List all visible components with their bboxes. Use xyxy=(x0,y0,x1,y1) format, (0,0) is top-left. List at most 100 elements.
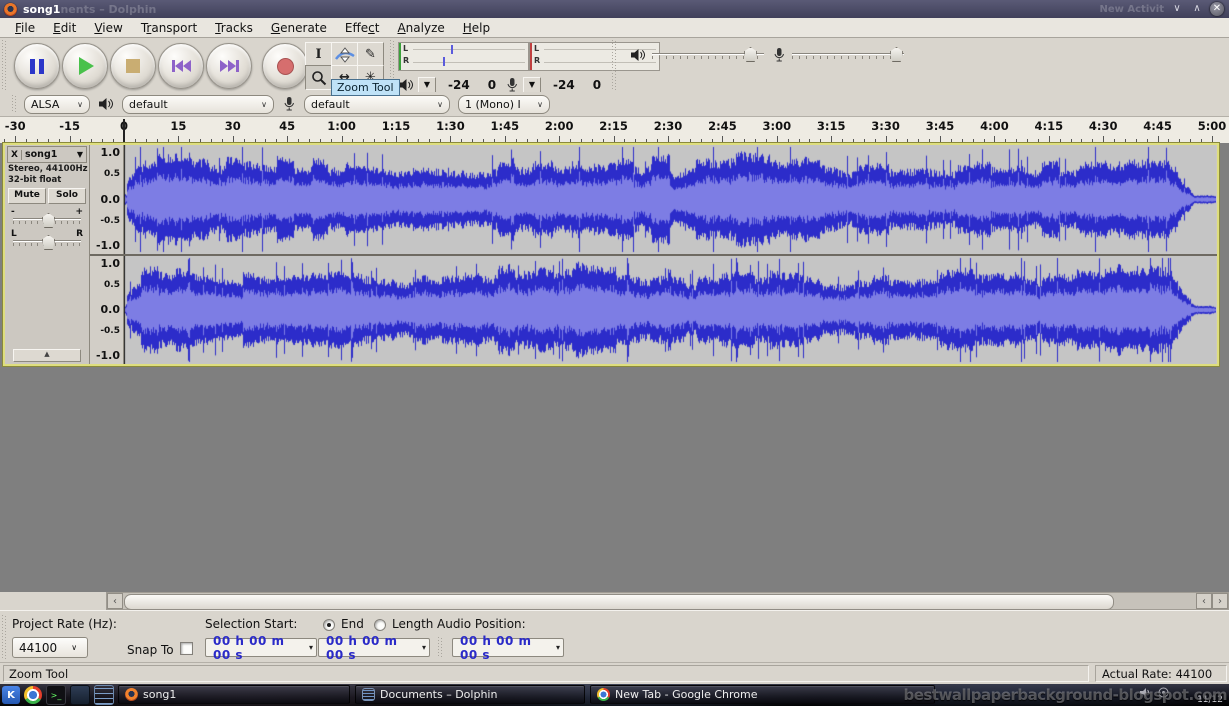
selection-end-field[interactable]: 00 h 00 m 00 s ▾ xyxy=(318,634,430,662)
skip-to-end-button[interactable] xyxy=(206,43,252,89)
recording-device-select[interactable]: default ∨ xyxy=(304,94,450,114)
transport-toolbar-grip[interactable] xyxy=(2,40,6,90)
minimize-button[interactable]: ∨ xyxy=(1170,2,1184,16)
record-button[interactable] xyxy=(262,43,308,89)
menu-help[interactable]: Help xyxy=(454,19,499,37)
track-song1[interactable]: X song1 ▼ Stereo, 44100Hz 32-bit float M… xyxy=(2,142,1220,367)
amplitude-ruler-left-channel[interactable]: 1.0 0.5 0.0 -0.5 -1.0 xyxy=(90,145,124,254)
recording-channels-select[interactable]: 1 (Mono) I ∨ xyxy=(458,94,550,114)
ruler-tick xyxy=(700,139,702,142)
status-bar: Zoom Tool Actual Rate: 44100 xyxy=(0,662,1229,685)
ruler-tick xyxy=(1168,139,1170,142)
editor-launcher-icon[interactable] xyxy=(70,685,90,705)
draw-tool-button[interactable]: ✎ xyxy=(357,42,384,67)
project-rate-select[interactable]: 44100 ∨ xyxy=(12,637,88,658)
gain-slider-thumb[interactable] xyxy=(42,213,55,228)
selection-start-field[interactable]: 00 h 00 m 00 s ▾ xyxy=(205,634,317,662)
scale-min: -24 xyxy=(553,78,575,92)
envelope-tool-button[interactable] xyxy=(331,42,358,67)
ruler-tick xyxy=(385,139,387,142)
horizontal-scrollbar[interactable]: ‹ ‹ › xyxy=(106,592,1229,610)
output-volume-thumb[interactable] xyxy=(744,47,757,62)
play-icon xyxy=(79,57,94,75)
amplitude-ruler-right-channel[interactable]: 1.0 0.5 0.0 -0.5 -1.0 xyxy=(90,256,124,364)
pan-slider-thumb[interactable] xyxy=(42,235,55,250)
mixer-toolbar-grip[interactable] xyxy=(612,40,616,90)
file-cabinet-launcher-icon[interactable] xyxy=(94,685,114,705)
menu-tracks[interactable]: Tracks xyxy=(206,19,262,37)
playback-meter[interactable]: L R xyxy=(398,42,529,71)
menu-view[interactable]: View xyxy=(85,19,131,37)
menu-effect[interactable]: Effect xyxy=(336,19,389,37)
menu-edit[interactable]: Edit xyxy=(44,19,85,37)
task-button-dolphin[interactable]: Documents – Dolphin xyxy=(355,685,585,704)
timeline-cursor xyxy=(123,119,125,143)
mute-button[interactable]: Mute xyxy=(8,188,46,204)
stop-button[interactable] xyxy=(110,43,156,89)
pan-slider[interactable]: L R xyxy=(11,229,83,250)
audio-position-field[interactable]: 00 h 00 m 00 s ▾ xyxy=(452,634,564,662)
scale-max: 0 xyxy=(592,78,602,92)
meter-label-left: L xyxy=(534,44,540,53)
scroll-left-arrow-2[interactable]: ‹ xyxy=(1196,593,1212,609)
ghost-text-artifact: New Activit xyxy=(1099,3,1164,15)
maximize-button[interactable]: ∧ xyxy=(1190,2,1204,16)
recording-meter-dropdown[interactable]: ▼ xyxy=(523,77,541,93)
audio-host-select[interactable]: ALSA ∨ xyxy=(24,94,90,114)
kde-menu-icon[interactable]: K xyxy=(2,686,20,704)
track-format-line1: Stereo, 44100Hz xyxy=(8,164,88,174)
device-toolbar-grip[interactable] xyxy=(12,95,16,113)
ruler-tick xyxy=(755,139,757,142)
terminal-launcher-icon[interactable]: >_ xyxy=(46,685,66,705)
ruler-tick xyxy=(798,139,800,142)
scrollbar-thumb[interactable] xyxy=(124,594,1114,610)
track-menu-caret[interactable]: ▼ xyxy=(77,150,86,159)
input-volume-slider[interactable] xyxy=(792,47,904,62)
playback-device-select[interactable]: default ∨ xyxy=(122,94,274,114)
ruler-tick xyxy=(765,139,767,142)
meter-label-right: R xyxy=(534,56,541,65)
time-toolbar-grip[interactable] xyxy=(438,637,442,657)
output-volume-slider[interactable] xyxy=(652,47,764,62)
task-button-audacity[interactable]: song1 xyxy=(118,685,350,704)
zoom-tool-button[interactable] xyxy=(305,65,332,90)
menu-transport[interactable]: Transport xyxy=(132,19,206,37)
menu-generate[interactable]: Generate xyxy=(262,19,336,37)
scroll-left-arrow[interactable]: ‹ xyxy=(107,593,123,609)
track-control-panel[interactable]: X song1 ▼ Stereo, 44100Hz 32-bit float M… xyxy=(5,145,90,364)
track-collapse-button[interactable]: ▲ xyxy=(13,349,81,362)
snap-to-checkbox[interactable] xyxy=(180,642,193,655)
gain-slider[interactable]: - + xyxy=(11,207,83,228)
amp-label-0.5: 0.5 xyxy=(104,280,120,290)
playback-meter-dropdown[interactable]: ▼ xyxy=(418,77,436,93)
selection-tool-button[interactable]: I xyxy=(305,42,332,67)
ruler-tick xyxy=(26,139,28,142)
menu-analyze[interactable]: Analyze xyxy=(388,19,453,37)
waveform-left-channel[interactable] xyxy=(124,145,1217,254)
ruler-tick xyxy=(483,139,485,142)
timeline-ruler[interactable]: -30-1501530451:001:151:301:452:002:152:3… xyxy=(0,117,1229,144)
track-close-button[interactable]: X xyxy=(8,149,22,160)
audacity-app-icon xyxy=(4,2,17,16)
skip-to-start-button[interactable] xyxy=(158,43,204,89)
selection-start-label: Selection Start: xyxy=(205,617,298,631)
ruler-tick xyxy=(1146,139,1148,142)
play-button[interactable] xyxy=(62,43,108,89)
ruler-tick xyxy=(308,139,310,142)
ruler-tick xyxy=(145,139,147,142)
pause-button[interactable] xyxy=(14,43,60,89)
scroll-right-arrow[interactable]: › xyxy=(1212,593,1228,609)
length-radio[interactable] xyxy=(374,619,386,631)
title-bar[interactable]: song1 nents – Dolphin New Activit ∨ ∧ ✕ xyxy=(0,0,1229,18)
chrome-launcher-icon[interactable] xyxy=(24,686,42,704)
selection-toolbar-grip[interactable] xyxy=(2,615,6,659)
task-button-chrome[interactable]: New Tab - Google Chrome xyxy=(590,685,935,704)
close-button[interactable]: ✕ xyxy=(1210,2,1224,16)
menu-file[interactable]: File xyxy=(6,19,44,37)
input-volume-thumb[interactable] xyxy=(890,47,903,62)
waveform-right-channel[interactable] xyxy=(124,256,1217,364)
solo-button[interactable]: Solo xyxy=(48,188,86,204)
pan-left-label: L xyxy=(11,229,17,239)
end-radio[interactable] xyxy=(323,619,335,631)
ruler-tick xyxy=(961,139,963,142)
